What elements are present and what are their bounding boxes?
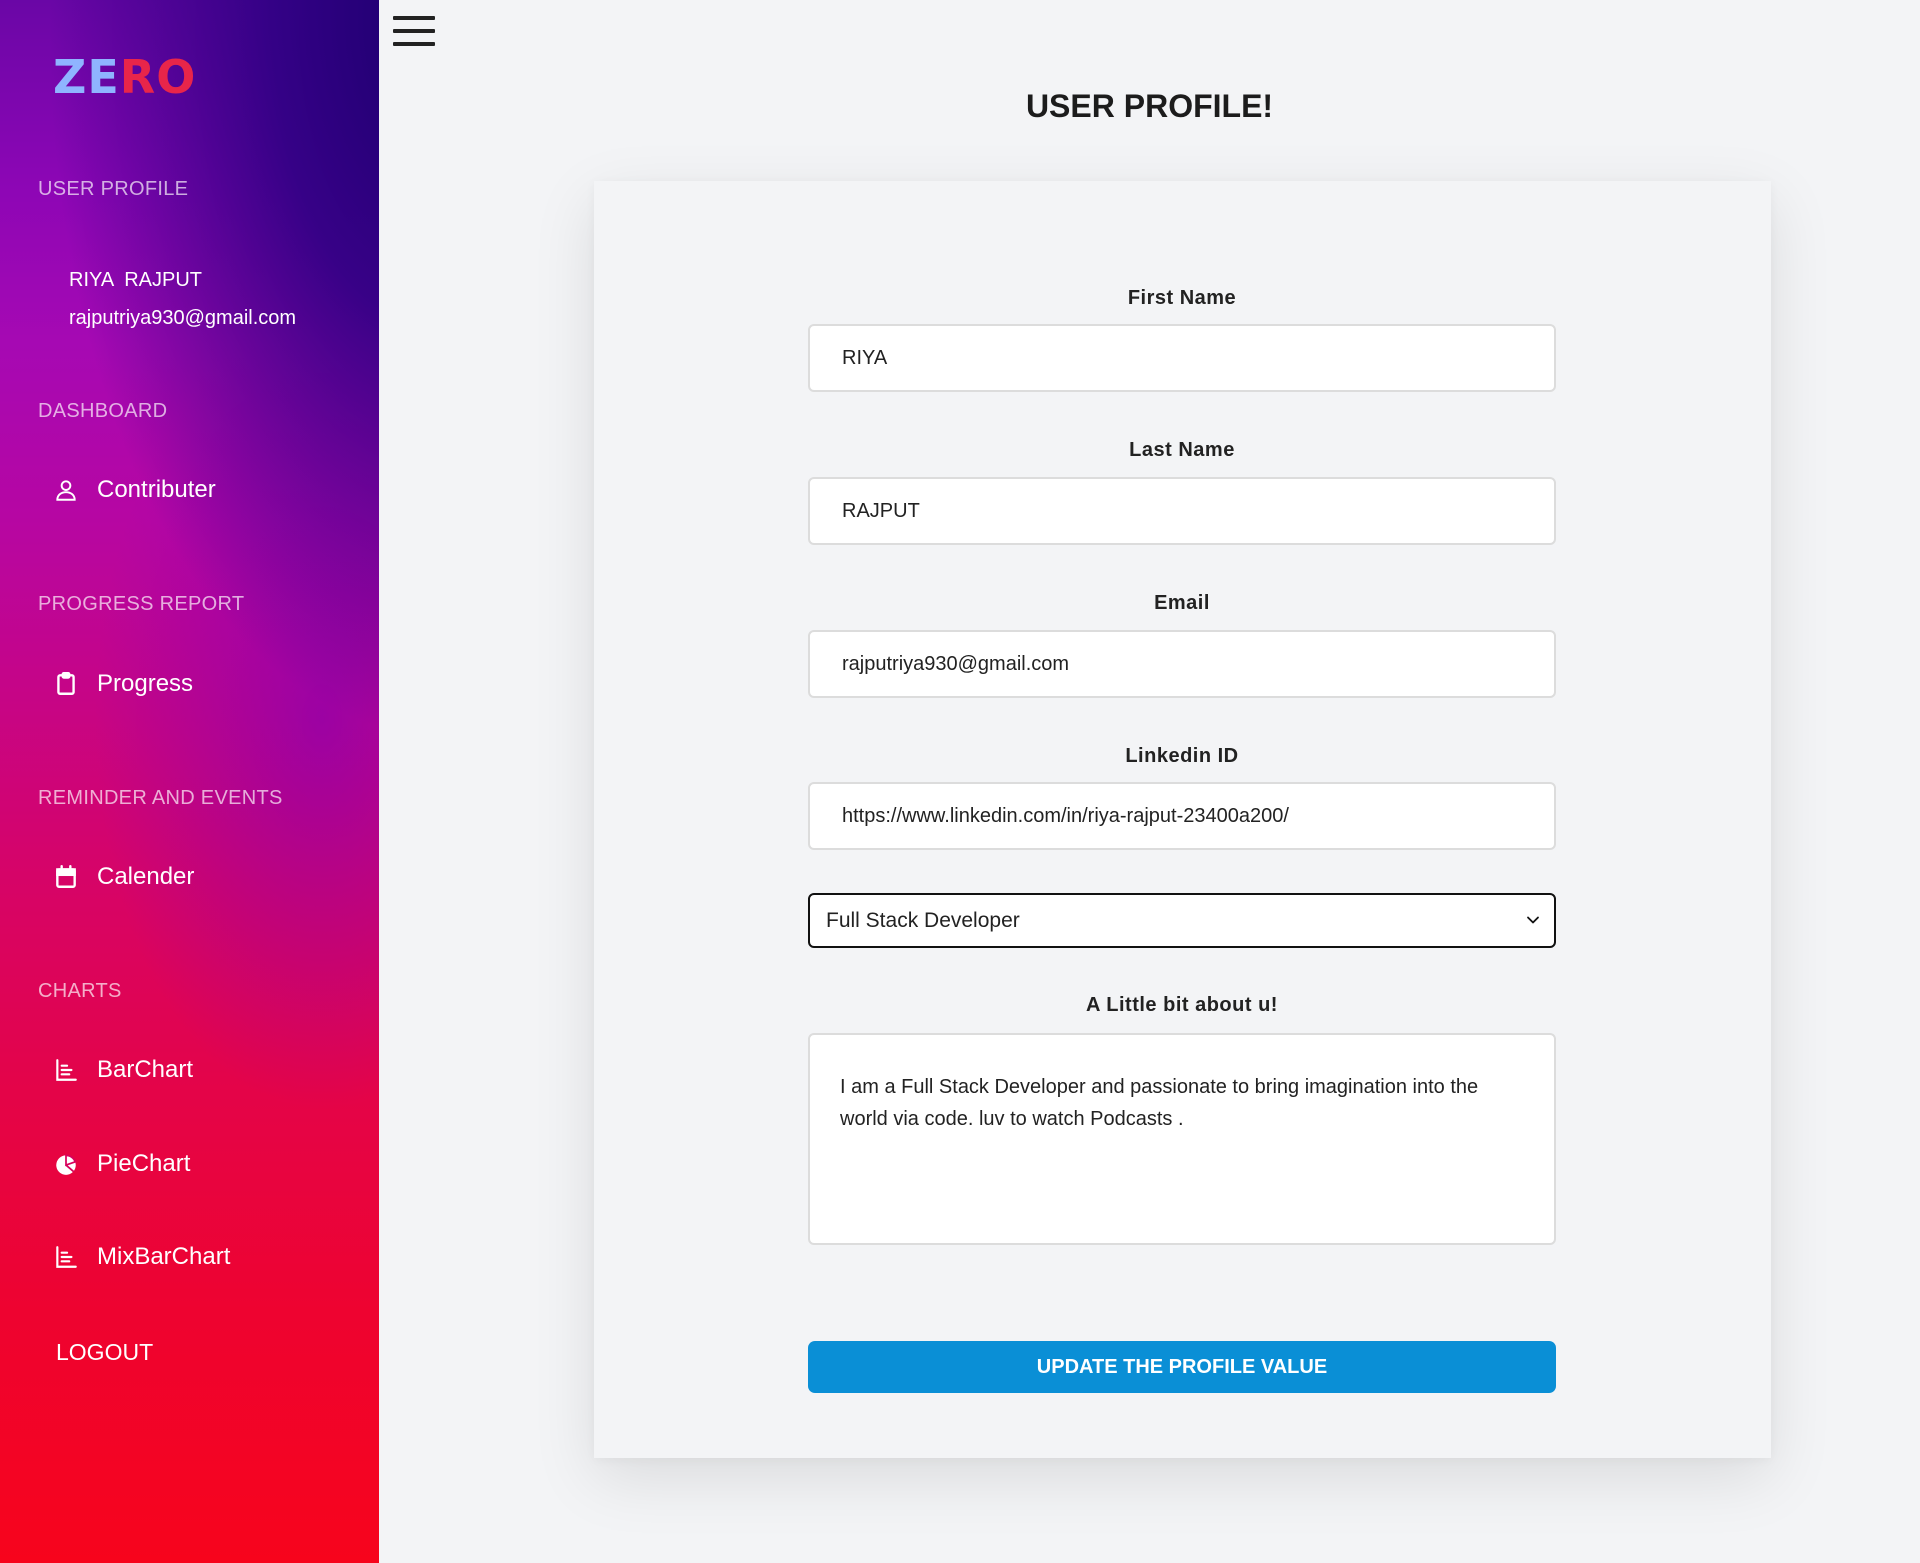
section-title-dashboard: DASHBOARD xyxy=(38,400,168,422)
last-name-field[interactable] xyxy=(808,477,1556,545)
sidebar-item-label: MixBarChart xyxy=(97,1243,231,1270)
app-logo[interactable]: ZERO xyxy=(53,50,196,104)
role-select[interactable]: Full Stack Developer xyxy=(808,893,1556,948)
about-label: A Little bit about u! xyxy=(1086,994,1278,1016)
last-name-label: Last Name xyxy=(1129,439,1235,461)
section-title-charts: CHARTS xyxy=(38,980,122,1002)
user-email: rajputriya930@gmail.com xyxy=(69,307,297,329)
email-label: Email xyxy=(1154,592,1210,614)
sidebar-item-barchart[interactable]: BarChart xyxy=(53,1056,193,1084)
user-name: RIYA RAJPUT xyxy=(69,269,202,291)
section-title-progress-report: PROGRESS REPORT xyxy=(38,593,245,615)
bar-chart-icon xyxy=(53,1057,79,1083)
page-title: USER PROFILE! xyxy=(1025,88,1274,124)
logout-link[interactable]: LOGOUT xyxy=(56,1339,153,1366)
first-name-label: First Name xyxy=(1127,287,1237,309)
bar-chart-icon xyxy=(53,1244,79,1270)
menu-bar xyxy=(393,29,435,33)
email-field[interactable] xyxy=(808,630,1556,698)
role-select-value: Full Stack Developer xyxy=(826,908,1020,932)
logo-part-ro: RO xyxy=(119,50,197,104)
sidebar-item-progress[interactable]: Progress xyxy=(53,670,193,698)
sidebar-item-label: BarChart xyxy=(97,1056,194,1083)
calendar-icon xyxy=(53,864,79,890)
section-title-user-profile: USER PROFILE xyxy=(38,178,189,200)
first-name-field[interactable] xyxy=(808,324,1556,392)
chevron-down-icon xyxy=(1526,909,1540,933)
pie-chart-icon xyxy=(53,1151,79,1177)
sidebar-item-contributer[interactable]: Contributer xyxy=(53,476,216,504)
sidebar-item-label: Calender xyxy=(97,863,195,890)
sidebar-item-label: Progress xyxy=(97,670,194,697)
update-profile-button[interactable]: UPDATE THE PROFILE VALUE xyxy=(808,1341,1556,1393)
sidebar-item-label: Contributer xyxy=(97,476,216,503)
about-textarea[interactable]: I am a Full Stack Developer and passiona… xyxy=(808,1033,1556,1245)
user-icon xyxy=(53,477,79,503)
menu-bar xyxy=(393,16,435,20)
sidebar-item-label: PieChart xyxy=(97,1150,191,1177)
sidebar: ZERO USER PROFILE RIYA RAJPUT rajputriya… xyxy=(0,0,379,1563)
sidebar-item-piechart[interactable]: PieChart xyxy=(53,1150,190,1178)
linkedin-label: Linkedin ID xyxy=(1125,745,1239,767)
logo-part-ze: ZE xyxy=(53,50,120,104)
section-title-reminder: REMINDER AND EVENTS xyxy=(38,787,283,809)
menu-toggle-icon[interactable] xyxy=(393,16,435,46)
linkedin-field[interactable] xyxy=(808,782,1556,850)
clipboard-icon xyxy=(53,671,79,697)
menu-bar xyxy=(393,42,435,46)
sidebar-item-calender[interactable]: Calender xyxy=(53,863,194,891)
sidebar-item-mixbarchart[interactable]: MixBarChart xyxy=(53,1243,230,1271)
